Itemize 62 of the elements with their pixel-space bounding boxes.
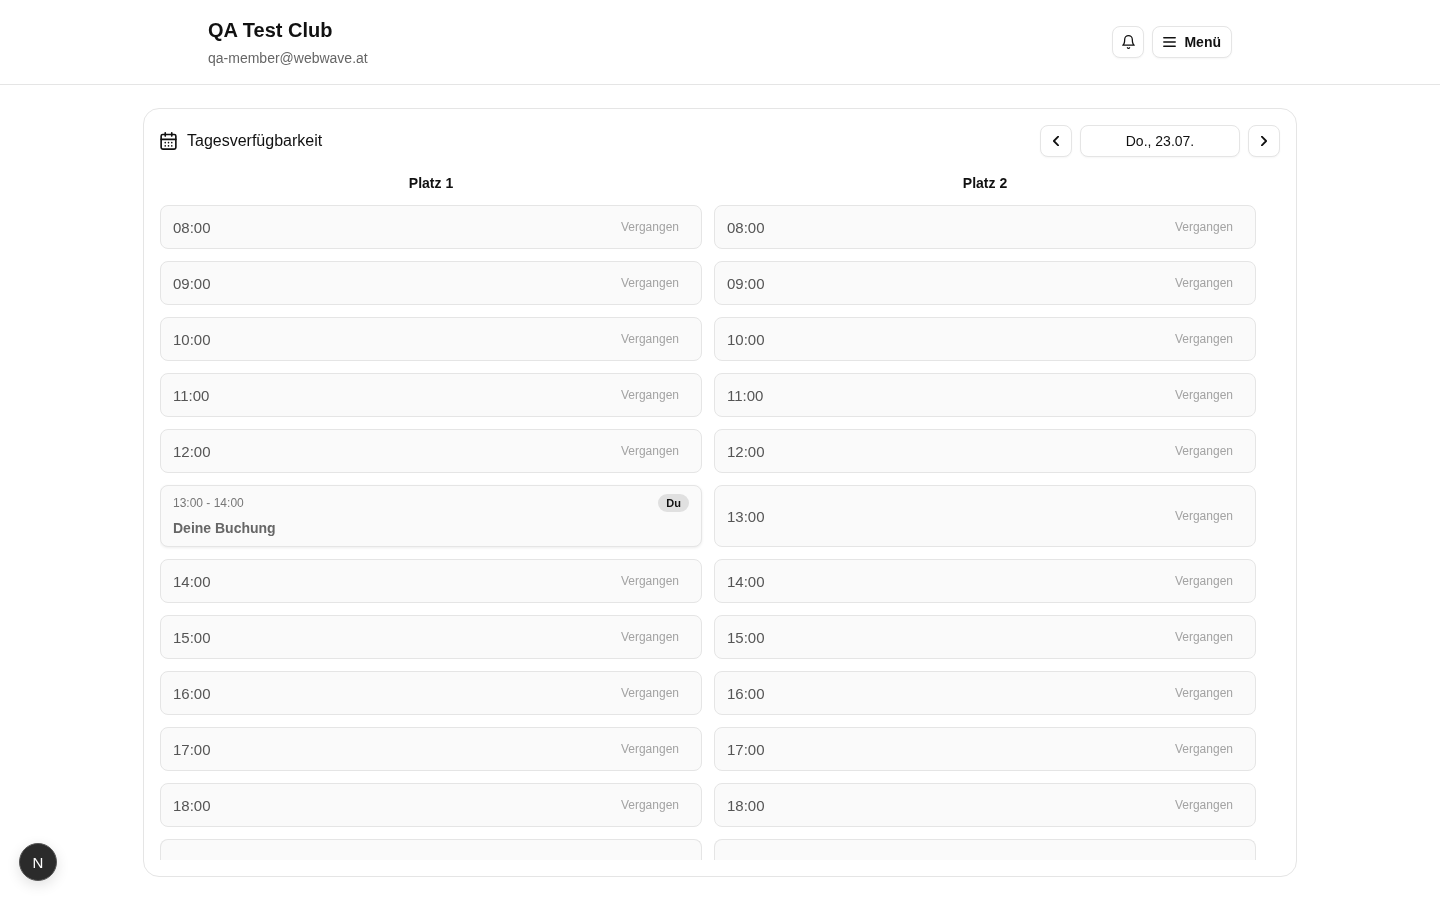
club-name: QA Test Club (208, 18, 334, 43)
booking-slot[interactable]: 13:00 - 14:00 Du Deine Buchung (160, 485, 702, 547)
user-email: qa-member@webwave.at (208, 49, 368, 68)
menu-button[interactable]: Menü (1152, 26, 1232, 58)
slot-time: 15:00 (727, 628, 765, 646)
slot-time: 16:00 (173, 684, 211, 702)
slot-time: 09:00 (173, 274, 211, 292)
slot-status: Vergangen (1174, 388, 1233, 402)
slot-status: Vergangen (1174, 220, 1233, 234)
slot-time: 11:00 (173, 386, 210, 404)
slot-status: Vergangen (620, 444, 679, 458)
slot-time: 10:00 (727, 330, 765, 348)
chevron-right-icon (1261, 136, 1267, 146)
slot-status: Vergangen (1174, 444, 1233, 458)
slot-time: 09:00 (727, 274, 765, 292)
slot-status: Vergangen (1174, 332, 1233, 346)
slot-status: Vergangen (620, 798, 679, 812)
slot-time: 13:00 (727, 507, 765, 525)
slot-status: Vergangen (1174, 630, 1233, 644)
slot-time: 16:00 (727, 684, 765, 702)
next-day-button[interactable] (1248, 125, 1280, 157)
user-badge: Du (658, 494, 689, 512)
dev-tools-button[interactable]: N (19, 843, 57, 881)
slot-status: Vergangen (1174, 798, 1233, 812)
slot-status: Vergangen (1174, 686, 1233, 700)
slot-status: Vergangen (620, 686, 679, 700)
booking-title: Deine Buchung (173, 519, 277, 538)
previous-day-button[interactable] (1040, 125, 1072, 157)
bell-icon (1121, 35, 1135, 49)
slot-status: Vergangen (620, 742, 679, 756)
slot-status: Vergangen (1174, 509, 1233, 523)
slot-status: Vergangen (620, 276, 679, 290)
slot-time: 17:00 (173, 740, 211, 758)
court-heading: Platz 2 (961, 174, 1009, 193)
slot-time: 15:00 (173, 628, 211, 646)
slot-time: 18:00 (727, 796, 765, 814)
calendar-icon (160, 132, 177, 150)
chevron-left-icon (1053, 136, 1059, 146)
slot-time: 08:00 (727, 218, 765, 236)
date-button[interactable]: Do., 23.07. (1080, 125, 1240, 157)
slot-status: Vergangen (620, 630, 679, 644)
booking-time-range: 13:00 - 14:00 (173, 496, 244, 510)
slot-time: 10:00 (173, 330, 211, 348)
card-title: Tagesverfügbarkeit (187, 132, 323, 150)
slot-status: Vergangen (620, 388, 679, 402)
menu-icon (1163, 37, 1177, 47)
slot-status: Vergangen (1174, 574, 1233, 588)
slot-time: 14:00 (727, 572, 765, 590)
slot-time: 18:00 (173, 796, 211, 814)
slot-status: Vergangen (620, 574, 679, 588)
slot-time: 08:00 (173, 218, 211, 236)
court-heading: Platz 1 (407, 174, 455, 193)
slot-status: Vergangen (1174, 742, 1233, 756)
slot-time: 12:00 (727, 442, 765, 460)
slot-time: 12:00 (173, 442, 211, 460)
slot-time: 11:00 (727, 386, 764, 404)
notifications-button[interactable] (1112, 26, 1145, 58)
slot-status: Vergangen (620, 220, 679, 234)
slot-time: 17:00 (727, 740, 765, 758)
slot-status: Vergangen (620, 332, 679, 346)
slot-status: Vergangen (1174, 276, 1233, 290)
slot-time: 14:00 (173, 572, 211, 590)
